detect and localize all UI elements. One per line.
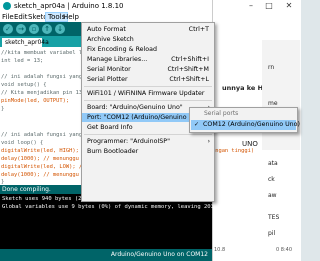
taskbar-clock: 0 8:40 — [276, 247, 292, 253]
console-line: Global variables use 9 bytes (0%) of dyn… — [2, 204, 224, 210]
menu-item-serial-monitor[interactable]: Serial Monitor Ctrl+Shift+M — [82, 65, 214, 74]
menu-item-auto-format[interactable]: Auto Format Ctrl+T — [82, 25, 214, 34]
code-line: int led = 13; — [1, 58, 44, 64]
document-side-pane — [262, 40, 300, 150]
code-line: void setup() { — [1, 82, 47, 88]
menu-item-programmer[interactable]: Programmer: "ArduinoISP" › — [82, 137, 214, 146]
port-option-label: COM12 (Arduino/Genuino Uno) — [203, 121, 300, 128]
menu-item-label: Burn Bootloader — [87, 148, 139, 155]
console-output[interactable]: Sketch uses 940 bytes (2%) of program st… — [0, 194, 224, 249]
verify-button[interactable]: ✓ — [3, 24, 13, 34]
menu-item-shortcut: Ctrl+Shift+I — [171, 56, 209, 63]
menu-item-label: Get Board Info — [87, 124, 133, 131]
menu-separator — [84, 100, 212, 101]
pane-text: pil — [268, 230, 276, 237]
menu-item-label: WiFi101 / WiFiNINA Firmware Updater — [87, 90, 205, 97]
document-text: UNO — [242, 140, 258, 148]
bottom-status-bar: Arduino/Genuino Uno on COM12 — [0, 249, 212, 261]
menu-edit[interactable]: Edit — [14, 13, 28, 21]
arduino-logo-icon — [3, 2, 11, 10]
status-value: 10.8 — [214, 247, 226, 253]
compile-status: Done compiling. — [2, 186, 51, 193]
menu-file[interactable]: File — [2, 13, 14, 21]
menu-item-burn-bootloader[interactable]: Burn Bootloader — [82, 147, 214, 156]
menu-item-serial-plotter[interactable]: Serial Plotter Ctrl+Shift+L — [82, 75, 214, 84]
menu-item-label: Programmer: "ArduinoISP" — [87, 138, 170, 145]
submenu-arrow-icon: › — [207, 138, 210, 145]
window-title: sketch_apr04a | Arduino 1.8.10 — [14, 2, 124, 10]
pane-text: TES — [268, 214, 280, 221]
maximize-icon[interactable]: □ — [262, 1, 276, 11]
menu-item-label: Manage Libraries... — [87, 56, 148, 63]
menu-item-manage-libraries[interactable]: Manage Libraries... Ctrl+Shift+I — [82, 55, 214, 64]
menu-item-firmware-updater[interactable]: WiFi101 / WiFiNINA Firmware Updater — [82, 89, 214, 98]
menu-item-label: Archive Sketch — [87, 36, 134, 43]
board-port-status: Arduino/Genuino Uno on COM12 — [110, 251, 208, 258]
code-line: pinMode(led, OUTPUT); — [1, 98, 70, 104]
port-option-com12[interactable]: ✓ COM12 (Arduino/Genuino Uno) — [191, 120, 300, 130]
menu-item-label: Serial Monitor — [87, 66, 131, 73]
menu-item-fix-encoding[interactable]: Fix Encoding & Reload — [82, 45, 214, 54]
save-button[interactable]: ↓ — [55, 24, 65, 34]
open-button[interactable]: ↑ — [42, 24, 52, 34]
menu-item-shortcut: Ctrl+T — [188, 26, 209, 33]
menu-item-label: Serial Plotter — [87, 76, 128, 83]
code-line: //kita membuat variabel led — [1, 50, 89, 56]
code-line: void loop() { — [1, 140, 44, 146]
pane-text: ck — [268, 176, 275, 183]
menu-item-label: Fix Encoding & Reload — [87, 46, 157, 53]
menu-separator — [84, 134, 212, 135]
menu-item-shortcut: Ctrl+Shift+M — [167, 66, 209, 73]
close-icon[interactable]: ✕ — [282, 1, 296, 11]
tab-sketch[interactable]: sketch_apr04a — [2, 38, 49, 47]
code-line: } — [1, 106, 5, 112]
submenu-header: Serial ports — [204, 110, 239, 117]
pane-text: me — [268, 100, 278, 107]
menu-item-label: Board: "Arduino/Genuino Uno" — [87, 104, 183, 111]
pane-text: ata — [268, 160, 278, 167]
port-submenu: Serial ports ✓ COM12 (Arduino/Genuino Un… — [189, 107, 300, 133]
minimize-icon[interactable]: – — [244, 1, 258, 11]
menu-item-archive-sketch[interactable]: Archive Sketch — [82, 35, 214, 44]
new-button[interactable]: ▫ — [29, 24, 39, 34]
pane-text: aw — [268, 192, 277, 199]
upload-button[interactable]: → — [16, 24, 26, 34]
window-controls: – □ ✕ — [240, 0, 300, 12]
menu-item-shortcut: Ctrl+Shift+L — [169, 76, 209, 83]
menu-help[interactable]: Help — [63, 13, 79, 21]
menu-separator — [84, 86, 212, 87]
menu-item-label: Auto Format — [87, 26, 126, 33]
check-icon: ✓ — [194, 121, 200, 128]
pane-text: rn — [268, 64, 275, 71]
